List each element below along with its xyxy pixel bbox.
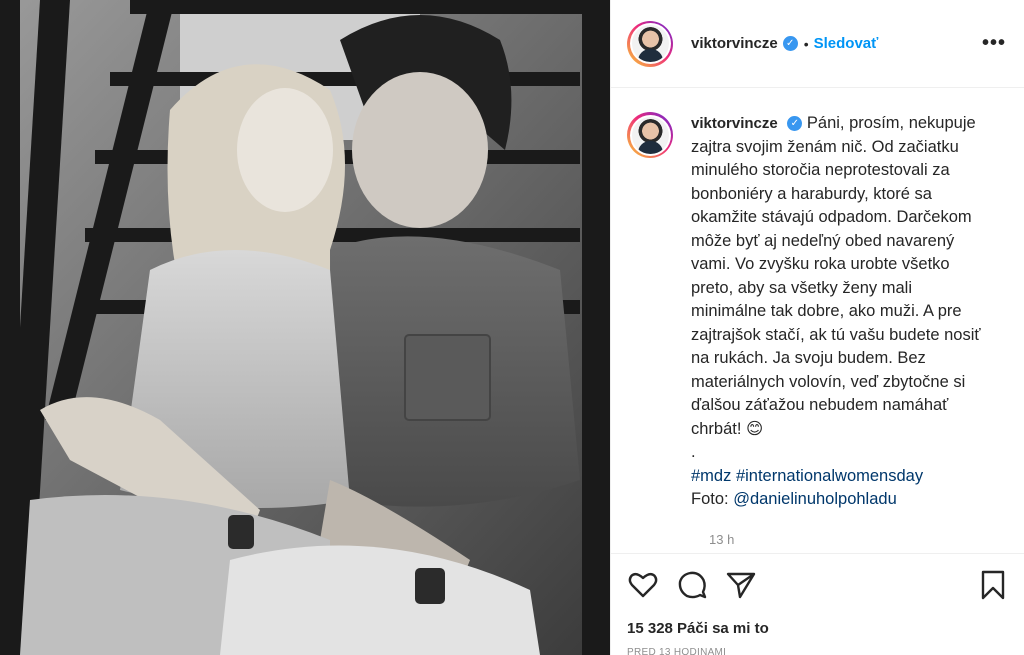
caption-body: Páni, prosím, nekupuje zajtra svojim žen…	[691, 114, 981, 438]
photo-credit-mention[interactable]: @danielinuholpohladu	[733, 490, 897, 508]
posted-time: PRED 13 HODINAMI	[627, 647, 727, 655]
verified-badge-icon: ✓	[782, 36, 798, 51]
caption-avatar[interactable]	[627, 112, 673, 158]
caption-username[interactable]: viktorvincze	[691, 115, 778, 132]
caption-timestamp[interactable]: 13 h	[709, 532, 1008, 547]
header-separator: •	[803, 35, 809, 52]
post-photo-image	[0, 0, 610, 655]
author-username[interactable]: viktorvincze	[691, 35, 778, 52]
bookmark-icon[interactable]	[977, 569, 1009, 601]
photo-credit-label: Foto:	[691, 490, 729, 508]
likes-count[interactable]: 15 328 Páči sa mi to	[627, 620, 1009, 637]
avatar-image	[631, 116, 669, 154]
comment-icon[interactable]	[676, 569, 708, 601]
author-avatar[interactable]	[627, 20, 673, 67]
avatar-image	[631, 25, 669, 62]
share-icon[interactable]	[725, 569, 757, 601]
more-options-icon[interactable]: •••	[982, 32, 1008, 55]
action-icons-row	[627, 568, 1009, 602]
caption-area: viktorvincze ✓ Páni, prosím, nekupuje za…	[611, 88, 1024, 548]
post-header: viktorvincze ✓ • Sledovať •••	[611, 0, 1024, 88]
hashtag-mdz[interactable]: #mdz	[691, 467, 731, 485]
post-side-panel: viktorvincze ✓ • Sledovať ••• viktorvinc…	[610, 0, 1024, 655]
verified-badge-icon: ✓	[787, 116, 803, 132]
post-photo[interactable]	[0, 0, 610, 655]
photo-credit-line: Foto: @danielinuholpohladu	[691, 488, 987, 512]
hashtag-internationalwomensday[interactable]: #internationalwomensday	[736, 467, 923, 485]
post-actions: 15 328 Páči sa mi to PRED 13 HODINAMI	[611, 553, 1024, 655]
heart-icon[interactable]	[627, 569, 659, 601]
follow-button[interactable]: Sledovať	[814, 35, 879, 52]
caption-dot-line: .	[691, 443, 696, 461]
caption-row: viktorvincze ✓ Páni, prosím, nekupuje za…	[627, 112, 1008, 512]
caption-text-block: viktorvincze ✓ Páni, prosím, nekupuje za…	[691, 112, 987, 512]
hashtags-line: #mdz #internationalwomensday	[691, 465, 987, 489]
